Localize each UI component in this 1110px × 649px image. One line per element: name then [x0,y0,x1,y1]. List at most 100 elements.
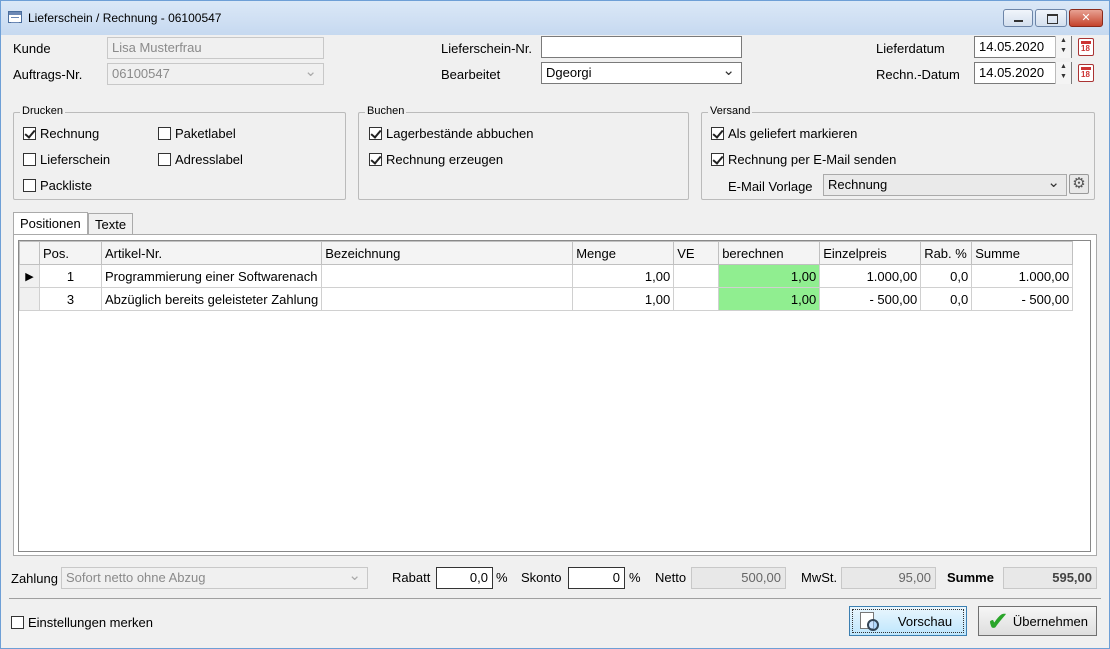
calendar-icon[interactable] [1078,64,1094,82]
spin-up-icon[interactable]: ▲ [1056,62,1071,72]
cell-pos[interactable]: 1 [39,264,102,288]
checkbox-rechnung[interactable]: Rechnung [23,126,99,141]
dialog-window: Lieferschein / Rechnung - 06100547 Kunde… [0,0,1110,649]
checkbox-email-senden[interactable]: Rechnung per E-Mail senden [711,152,896,167]
spin-up-icon[interactable]: ▲ [1056,36,1071,46]
cell-artikel[interactable]: Abzüglich bereits geleisteter Zahlung [100,287,323,311]
tab-positionen[interactable]: Positionen [13,212,88,236]
column-header[interactable]: Artikel-Nr. [100,241,323,265]
column-header[interactable]: Menge [572,241,675,265]
positions-grid[interactable]: Pos. Artikel-Nr. Bezeichnung Menge VE be… [18,240,1091,552]
calendar-icon[interactable] [1078,38,1094,56]
checkbox-adresslabel[interactable]: Adresslabel [158,152,243,167]
netto-field: 500,00 [691,567,786,589]
cell-menge[interactable]: 1,00 [572,264,675,288]
vorschau-label: Vorschau [897,613,953,629]
cell-ve[interactable] [673,264,720,288]
cell-rabatt[interactable]: 0,0 [920,264,973,288]
column-header[interactable]: berechnen [718,241,821,265]
rechndatum-value: 14.05.2020 [979,65,1045,80]
versand-title: Versand [708,105,753,117]
close-button[interactable] [1069,9,1103,27]
checkbox-box[interactable] [158,127,171,140]
maximize-button[interactable] [1035,9,1067,27]
email-vorlage-label: E-Mail Vorlage [728,179,813,194]
auftrags-dropdown: 06100547 [107,63,324,85]
gear-icon[interactable]: ⚙ [1069,174,1089,194]
lieferdatum-spinner[interactable]: ▲ ▼ [1055,36,1071,58]
vorschau-button[interactable]: Vorschau [849,606,967,636]
lieferdatum-label: Lieferdatum [876,41,945,56]
spin-down-icon[interactable]: ▼ [1056,72,1071,82]
checkbox-label: Rechnung erzeugen [386,152,504,167]
column-header[interactable]: Bezeichnung [321,241,574,265]
kunde-field: Lisa Musterfrau [107,37,324,59]
checkbox-box[interactable] [711,153,724,166]
checkbox-label: Als geliefert markieren [728,126,858,141]
app-icon [8,11,22,23]
column-header[interactable]: VE [673,241,720,265]
cell-einzelpreis[interactable]: - 500,00 [819,287,922,311]
checkbox-einstellungen-merken[interactable]: Einstellungen merken [11,615,153,630]
cell-einzelpreis[interactable]: 1.000,00 [819,264,922,288]
uebernehmen-button[interactable]: ✔ Übernehmen [978,606,1097,636]
checkbox-paketlabel[interactable]: Paketlabel [158,126,236,141]
column-header[interactable]: Summe [971,241,1074,265]
checkbox-box[interactable] [369,153,382,166]
cell-menge[interactable]: 1,00 [572,287,675,311]
auftrags-label: Auftrags-Nr. [13,67,83,82]
checkbox-box[interactable] [711,127,724,140]
cell-pos[interactable]: 3 [39,287,102,311]
cell-bezeichnung[interactable] [321,264,574,288]
zahlung-label: Zahlung [11,571,58,586]
table-row[interactable]: ▶ 1 Programmierung einer Softwarenach 1,… [19,264,1074,288]
rabatt-input[interactable]: 0,0 [436,567,493,589]
checkbox-box[interactable] [11,616,24,629]
column-header-indicator [19,241,40,265]
cell-rabatt[interactable]: 0,0 [920,287,973,311]
checkbox-box[interactable] [23,153,36,166]
preview-icon [856,609,884,633]
spin-down-icon[interactable]: ▼ [1056,46,1071,56]
table-row[interactable]: 3 Abzüglich bereits geleisteter Zahlung … [19,287,1074,311]
checkbox-rechnung-erzeugen[interactable]: Rechnung erzeugen [369,152,503,167]
cell-bezeichnung[interactable] [321,287,574,311]
cell-summe[interactable]: 1.000,00 [971,264,1074,288]
netto-label: Netto [655,570,687,585]
lieferschein-input[interactable] [541,36,742,58]
rabatt-unit: % [496,570,508,585]
tab-texte[interactable]: Texte [88,213,134,235]
cell-berechnen[interactable]: 1,00 [718,287,821,311]
checkbox-label: Paketlabel [175,126,236,141]
checkbox-lagerbestaende[interactable]: Lagerbestände abbuchen [369,126,533,141]
email-vorlage-dropdown[interactable]: Rechnung [823,174,1067,196]
cell-artikel[interactable]: Programmierung einer Softwarenach [100,264,323,288]
lieferschein-label: Lieferschein-Nr. [441,41,533,56]
checkbox-lieferschein[interactable]: Lieferschein [23,152,110,167]
checkbox-box[interactable] [158,153,171,166]
checkmark-icon: ✔ [987,606,1009,636]
lieferdatum-value: 14.05.2020 [979,39,1045,54]
cell-ve[interactable] [673,287,720,311]
summe-field: 595,00 [1003,567,1097,589]
skonto-unit: % [629,570,641,585]
cell-summe[interactable]: - 500,00 [971,287,1074,311]
cell-berechnen[interactable]: 1,00 [718,264,821,288]
mwst-label: MwSt. [801,570,838,585]
checkbox-geliefert[interactable]: Als geliefert markieren [711,126,857,141]
skonto-input[interactable]: 0 [568,567,625,589]
rechndatum-spinner[interactable]: ▲ ▼ [1055,62,1071,84]
column-header[interactable]: Einzelpreis [819,241,922,265]
buchen-title: Buchen [365,105,407,117]
minimize-button[interactable] [1003,9,1033,27]
checkbox-box[interactable] [369,127,382,140]
title-bar[interactable]: Lieferschein / Rechnung - 06100547 [1,1,1109,35]
column-header[interactable]: Rab. % [920,241,973,265]
column-header[interactable]: Pos. [39,241,102,265]
checkbox-box[interactable] [23,179,36,192]
checkbox-packliste[interactable]: Packliste [23,178,92,193]
bearbeitet-dropdown[interactable]: Dgeorgi [541,62,742,84]
checkbox-box[interactable] [23,127,36,140]
checkbox-label: Adresslabel [175,152,243,167]
row-indicator-icon [19,287,40,311]
